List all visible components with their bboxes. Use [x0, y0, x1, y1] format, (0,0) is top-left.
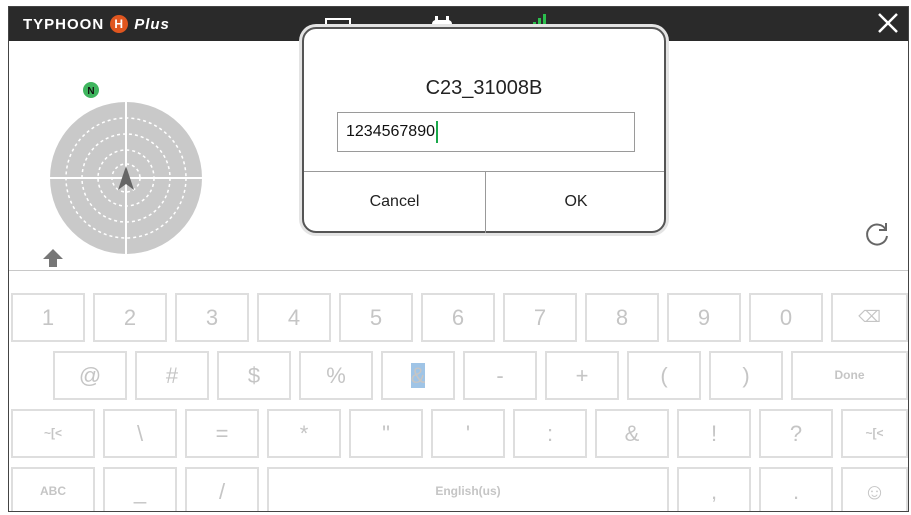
key-3[interactable]: 3	[175, 293, 249, 342]
key-slash[interactable]: /	[185, 467, 259, 511]
key-equals[interactable]: =	[185, 409, 259, 458]
dialog-input-value: 1234567890	[346, 123, 435, 140]
key-ampersand[interactable]: &	[595, 409, 669, 458]
key-underscore[interactable]: _	[103, 467, 177, 511]
key-quote[interactable]: "	[349, 409, 423, 458]
key-1[interactable]: 1	[11, 293, 85, 342]
key-colon[interactable]: :	[513, 409, 587, 458]
key-backslash[interactable]: \	[103, 409, 177, 458]
key-percent[interactable]: %	[299, 351, 373, 400]
key-symbol-switch-right[interactable]: ~[<	[841, 409, 908, 458]
key-apostrophe[interactable]: '	[431, 409, 505, 458]
north-label: N	[87, 86, 94, 97]
key-dollar[interactable]: $	[217, 351, 291, 400]
key-hash[interactable]: #	[135, 351, 209, 400]
space-key[interactable]: English(us)	[267, 467, 669, 511]
home-arrow-icon[interactable]	[41, 247, 65, 269]
key-ampersand-selected[interactable]: &	[381, 351, 455, 400]
key-6[interactable]: 6	[421, 293, 495, 342]
key-symbol-switch-left[interactable]: ~[<	[11, 409, 95, 458]
north-marker: N	[81, 80, 101, 100]
brand-prefix: TYPHOON	[23, 15, 105, 33]
key-asterisk[interactable]: *	[267, 409, 341, 458]
compass-radar	[48, 100, 204, 256]
done-key[interactable]: Done	[791, 351, 908, 400]
selected-key-label: &	[410, 363, 426, 388]
cancel-button[interactable]: Cancel	[304, 172, 485, 232]
key-close-paren[interactable]: )	[709, 351, 783, 400]
key-0[interactable]: 0	[749, 293, 823, 342]
ok-button[interactable]: OK	[486, 172, 666, 232]
key-5[interactable]: 5	[339, 293, 413, 342]
rename-dialog: C23_31008B 1234567890 Cancel OK	[302, 27, 666, 233]
dialog-title: C23_31008B	[425, 77, 543, 99]
emoji-key[interactable]: ☺	[841, 467, 908, 511]
brand-logo: TYPHOON H Plus	[23, 15, 170, 33]
key-plus[interactable]: +	[545, 351, 619, 400]
h-logo-icon: H	[110, 15, 129, 33]
onscreen-keyboard: 1 2 3 4 5 6 7 8 9 0 ⌫ @ # $ % & - + ( ) …	[9, 270, 908, 511]
key-comma[interactable]: ,	[677, 467, 751, 511]
key-4[interactable]: 4	[257, 293, 331, 342]
key-7[interactable]: 7	[503, 293, 577, 342]
key-period[interactable]: .	[759, 467, 833, 511]
refresh-icon[interactable]	[862, 219, 892, 249]
abc-key[interactable]: ABC	[11, 467, 95, 511]
key-9[interactable]: 9	[667, 293, 741, 342]
key-at[interactable]: @	[53, 351, 127, 400]
key-8[interactable]: 8	[585, 293, 659, 342]
key-question[interactable]: ?	[759, 409, 833, 458]
backspace-key[interactable]: ⌫	[831, 293, 908, 342]
close-icon[interactable]	[874, 9, 902, 37]
key-open-paren[interactable]: (	[627, 351, 701, 400]
key-minus[interactable]: -	[463, 351, 537, 400]
brand-suffix: Plus	[134, 15, 170, 33]
key-2[interactable]: 2	[93, 293, 167, 342]
key-exclamation[interactable]: !	[677, 409, 751, 458]
text-caret	[435, 120, 438, 143]
app-window: TYPHOON H Plus N C23_31008B 1234567890 C…	[8, 6, 909, 512]
dialog-text-input[interactable]: 1234567890	[337, 112, 635, 152]
